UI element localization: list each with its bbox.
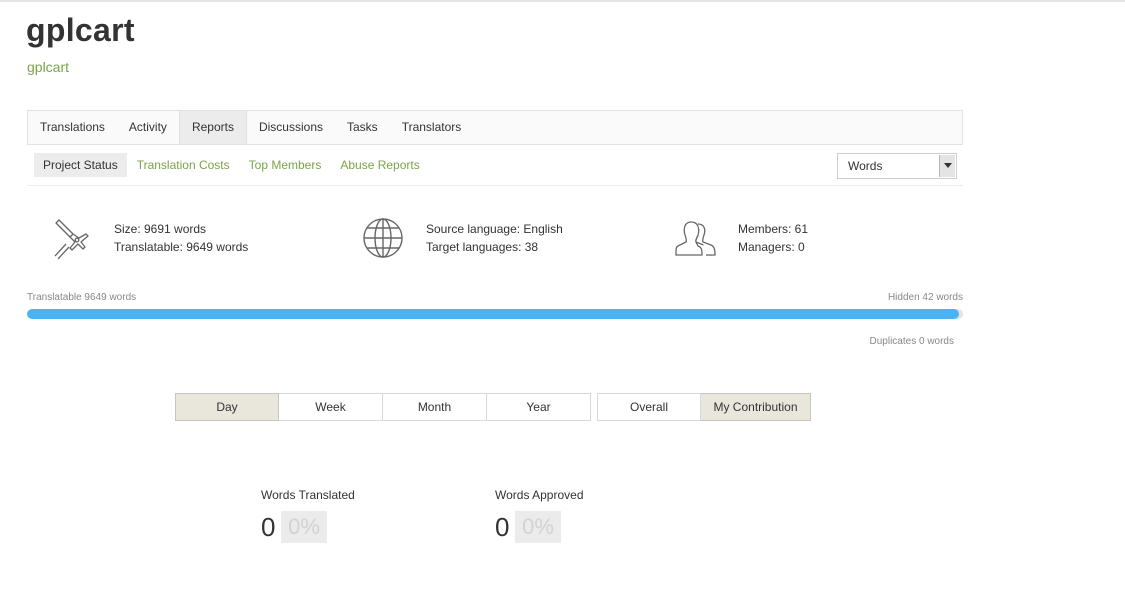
- words-translated-label: Words Translated: [261, 488, 355, 502]
- period-week-button[interactable]: Week: [279, 393, 383, 421]
- tab-translations[interactable]: Translations: [28, 111, 117, 144]
- words-approved-value: 0: [495, 511, 510, 542]
- scope-overall-button[interactable]: Overall: [597, 393, 701, 421]
- size-text: Size: 9691 words: [114, 222, 207, 236]
- period-month-button[interactable]: Month: [383, 393, 487, 421]
- words-translated-metric: Words Translated 0 0%: [261, 488, 355, 543]
- words-approved-percent: 0%: [515, 511, 561, 543]
- subtab-translation-costs[interactable]: Translation Costs: [137, 153, 230, 177]
- tab-translators[interactable]: Translators: [390, 111, 474, 144]
- scope-my-contribution-button[interactable]: My Contribution: [701, 393, 811, 421]
- source-language-text: Source language: English: [426, 222, 563, 236]
- caliper-icon: [54, 219, 89, 260]
- project-subtitle-link[interactable]: gplcart: [27, 59, 69, 75]
- main-tab-bar: Translations Activity Reports Discussion…: [27, 110, 963, 145]
- target-languages-text: Target languages: 38: [426, 240, 539, 254]
- members-stat: Members: 61 Managers: 0: [674, 216, 808, 260]
- size-stat: Size: 9691 words Translatable: 9649 word…: [50, 216, 248, 260]
- dropdown-arrow-button[interactable]: [939, 155, 955, 177]
- hidden-label: Hidden 42 words: [887, 292, 963, 303]
- tab-tasks[interactable]: Tasks: [335, 111, 390, 144]
- chevron-down-icon: [944, 163, 952, 168]
- translatable-label: Translatable 9649 words: [27, 292, 137, 303]
- managers-count-text: Managers: 0: [738, 240, 805, 254]
- words-approved-label: Words Approved: [495, 488, 584, 502]
- tab-activity[interactable]: Activity: [117, 111, 179, 144]
- subtab-project-status[interactable]: Project Status: [34, 153, 127, 177]
- translatable-progress-bar: [27, 309, 963, 319]
- translatable-progress-fill: [27, 309, 959, 319]
- words-approved-metric: Words Approved 0 0%: [495, 488, 584, 543]
- report-page: gplcart gplcart Translations Activity Re…: [0, 0, 1125, 610]
- period-button-group: Day Week Month Year: [175, 393, 591, 421]
- subtab-top-members[interactable]: Top Members: [249, 153, 322, 177]
- period-day-button[interactable]: Day: [175, 393, 279, 421]
- tab-reports[interactable]: Reports: [178, 111, 247, 144]
- languages-stat: Source language: English Target language…: [362, 216, 563, 260]
- unit-select-value: Words: [848, 159, 883, 173]
- report-sub-tabs: Project Status Translation Costs Top Mem…: [34, 153, 439, 177]
- subtab-divider: [27, 185, 963, 186]
- translatable-text: Translatable: 9649 words: [114, 240, 249, 254]
- period-year-button[interactable]: Year: [487, 393, 591, 421]
- words-translated-percent: 0%: [281, 511, 327, 543]
- subtab-abuse-reports[interactable]: Abuse Reports: [340, 153, 419, 177]
- project-title: gplcart: [26, 12, 135, 48]
- members-count-text: Members: 61: [738, 222, 809, 236]
- top-divider: [0, 0, 1125, 2]
- tab-discussions[interactable]: Discussions: [247, 111, 335, 144]
- members-icon: [675, 221, 716, 256]
- unit-select[interactable]: Words: [837, 153, 957, 179]
- duplicates-label: Duplicates 0 words: [869, 336, 954, 347]
- words-translated-value: 0: [261, 511, 276, 542]
- scope-button-group: Overall My Contribution: [597, 393, 811, 421]
- globe-icon: [363, 218, 403, 258]
